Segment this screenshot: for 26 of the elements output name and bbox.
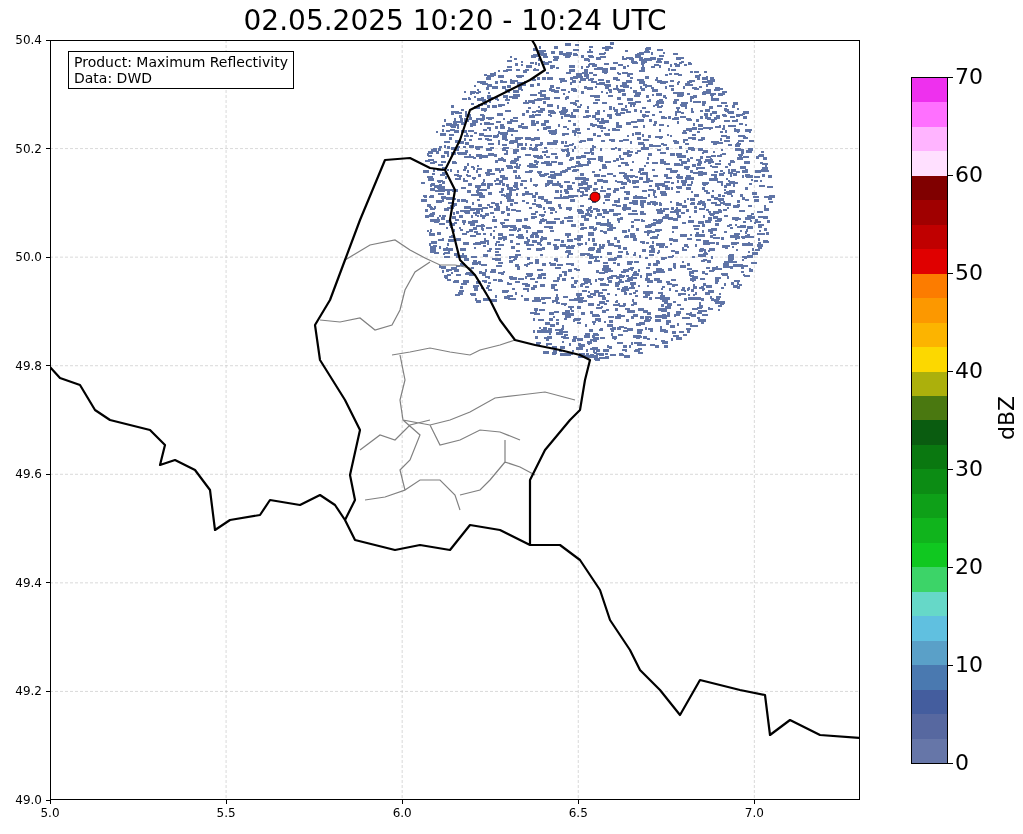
y-tick-label: 49.0 [14,793,42,807]
colorbar-tick-label: 10 [955,652,983,678]
x-tick-label: 5.5 [215,806,237,820]
colorbar-tick-label: 0 [955,750,969,776]
colorbar-tick-label: 70 [955,64,983,90]
y-tick-label: 49.4 [14,575,42,590]
y-tick-label: 49.8 [14,358,42,373]
y-tick-label: 50.2 [14,141,42,156]
chart-title: 02.05.2025 10:20 - 10:24 UTC [242,4,668,38]
colorbar-tick-label: 60 [955,162,983,188]
x-tick-label: 5.0 [39,806,61,820]
y-tick-label: 50.4 [14,33,42,47]
product-text: Product: Maximum Reflectivity [74,54,288,70]
y-tick-label: 50.0 [14,250,42,265]
x-tick-label: 6.0 [391,806,413,820]
data-source-text: Data: DWD [74,70,153,86]
y-tick-label: 49.2 [14,684,42,699]
colorbar-tick-label: 40 [955,358,983,384]
colorbar-tick-label: 50 [955,260,983,286]
x-tick-label: 7.0 [743,806,765,820]
x-tick-label: 6.5 [567,806,589,820]
colorbar-tick-label: 20 [955,554,983,580]
colorbar-tick-label: 30 [955,456,983,482]
y-tick-label: 49.6 [14,467,42,482]
radar-site-marker [589,191,601,203]
colorbar-label: dBZ [994,395,1021,441]
